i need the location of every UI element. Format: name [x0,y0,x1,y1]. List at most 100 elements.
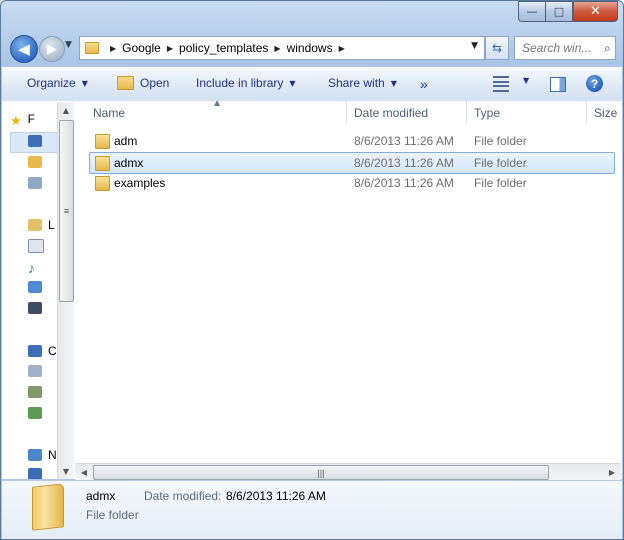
navigation-bar: ◀ ▶ ▼ ▶ Google ▶ policy_templates ▶ wind… [1,34,623,63]
chevron-right-icon[interactable]: ▶ [167,44,173,53]
include-label: Include in library [196,76,284,90]
navigation-pane-scrollbar[interactable]: ▲ ≡ ▼ [57,102,74,479]
minimize-button[interactable]: — [518,1,545,22]
folder-icon [95,176,110,191]
desktop-icon [28,135,42,147]
file-name: adm [114,134,138,148]
more-commands-button[interactable]: » [420,76,428,92]
recent-places-item[interactable] [28,177,46,189]
scrollbar-thumb[interactable]: ≡ [59,120,74,302]
file-date: 8/6/2013 11:26 AM [354,156,454,170]
close-button[interactable]: ✕ [573,1,618,22]
scroll-right-arrow[interactable]: ▶ [605,465,619,479]
open-folder-icon [117,76,134,90]
music-icon: ♪ [28,260,35,276]
folder-icon [32,483,64,531]
file-row[interactable]: examples 8/6/2013 11:26 AM File folder [90,173,614,193]
downloads-icon [28,156,42,168]
scroll-down-arrow[interactable]: ▼ [59,464,73,478]
breadcrumb-google[interactable]: Google [122,41,161,55]
details-file-name: admx [86,489,116,503]
chevron-right-icon[interactable]: ▶ [274,44,280,53]
explorer-window: — □ ✕ ◀ ▶ ▼ ▶ Google ▶ policy_templates … [0,0,624,540]
address-bar[interactable]: ▶ Google ▶ policy_templates ▶ windows ▶ … [79,36,485,60]
file-type: File folder [474,134,527,148]
favorites-label: F [27,112,35,126]
sort-ascending-icon: ▲ [214,101,221,107]
column-divider[interactable] [586,101,587,125]
organize-button[interactable]: Organize ▼ [27,76,88,90]
file-type: File folder [474,156,527,170]
folder-icon [85,42,99,54]
file-date: 8/6/2013 11:26 AM [354,134,454,148]
view-options-dropdown[interactable]: ▼ [517,76,529,85]
column-divider[interactable] [466,101,467,125]
command-bar: Organize ▼ Open Include in library ▼ Share… [2,67,622,102]
change-view-icon[interactable] [493,76,509,92]
scroll-up-arrow[interactable]: ▲ [59,103,73,117]
refresh-icon: ⇆ [491,41,503,55]
search-icon[interactable]: ⌕ [604,41,611,56]
help-icon[interactable]: ? [586,75,603,92]
refresh-button[interactable]: ⇆ [485,36,509,60]
preview-pane-icon[interactable] [550,77,566,92]
network-drive-icon [28,386,42,398]
breadcrumb-windows[interactable]: windows [287,41,333,55]
documents-item[interactable] [28,239,46,253]
column-divider[interactable] [346,101,347,125]
network-computer-item[interactable] [28,468,46,479]
favorites-item[interactable]: ★ F [10,112,35,128]
maximize-button[interactable]: □ [545,1,573,22]
arrow-left-icon: ◀ [18,40,30,58]
search-box[interactable]: ⌕ [514,36,616,60]
documents-icon [28,239,44,253]
breadcrumb-policy-templates[interactable]: policy_templates [179,41,268,55]
horizontal-scrollbar[interactable]: ◀ ||| ▶ [75,463,621,480]
recent-places-icon [28,177,42,189]
computer-item[interactable]: C [28,344,57,358]
address-dropdown-button[interactable]: ▼ [471,41,478,51]
libraries-item[interactable]: L [28,218,55,232]
network-drive-icon [28,407,42,419]
file-name: admx [114,156,144,170]
network-label: N [48,448,57,462]
pictures-item[interactable] [28,281,46,293]
chevron-down-icon: ▼ [81,78,88,88]
network-drive-item[interactable] [28,386,46,398]
chevron-right-icon[interactable]: ▶ [110,44,116,53]
desktop-item[interactable] [28,135,46,147]
scroll-left-arrow[interactable]: ◀ [77,465,91,479]
file-date: 8/6/2013 11:26 AM [354,176,454,190]
column-header-size[interactable]: Size [594,106,617,120]
details-date-value: 8/6/2013 11:26 AM [226,489,326,503]
libraries-icon [28,219,42,231]
details-file-type: File folder [86,508,139,522]
details-date-label: Date modified: [144,489,222,503]
file-row[interactable]: admx 8/6/2013 11:26 AM File folder [89,152,615,174]
search-input[interactable] [520,40,600,56]
file-row[interactable]: adm 8/6/2013 11:26 AM File folder [90,131,614,151]
network-item[interactable]: N [28,448,57,462]
share-with-button[interactable]: Share with ▼ [328,76,397,90]
include-in-library-button[interactable]: Include in library ▼ [196,76,296,90]
open-button[interactable]: Open [117,76,169,90]
column-header-name[interactable]: Name [93,106,125,120]
computer-label: C [48,344,57,358]
recent-pages-dropdown[interactable]: ▼ [65,40,72,50]
forward-button[interactable]: ▶ [39,36,65,62]
column-header-date[interactable]: Date modified [354,106,428,120]
file-type: File folder [474,176,527,190]
column-header-type[interactable]: Type [474,106,500,120]
network-drive-2-item[interactable] [28,407,46,419]
music-item[interactable]: ♪ [28,260,46,276]
scrollbar-thumb[interactable]: ||| [93,465,549,480]
videos-item[interactable] [28,302,46,314]
local-disk-item[interactable] [28,365,46,377]
back-button[interactable]: ◀ [10,35,38,63]
videos-icon [28,302,42,314]
computer-icon [28,345,42,357]
chevron-right-icon[interactable]: ▶ [339,44,345,53]
downloads-item[interactable] [28,156,46,168]
arrow-right-icon: ▶ [47,41,57,57]
file-name: examples [114,176,166,190]
